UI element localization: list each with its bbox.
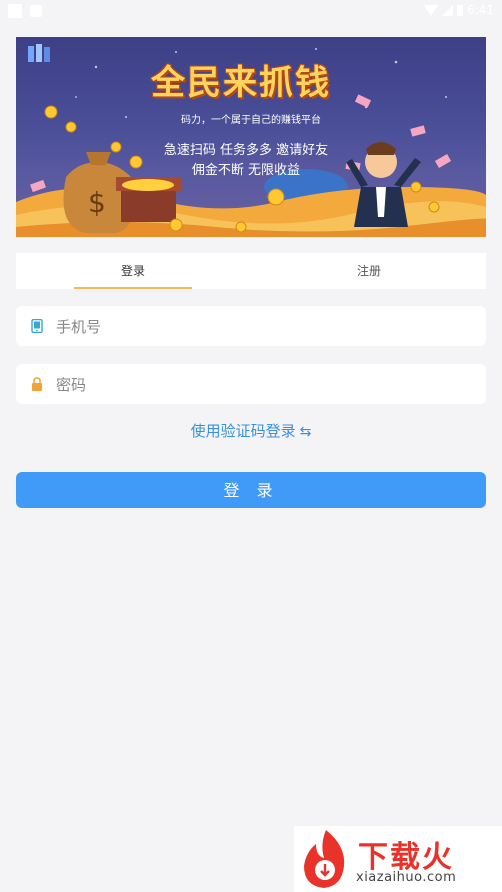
lock-icon — [32, 377, 42, 391]
tab-login[interactable]: 登录 — [74, 253, 192, 289]
flame-logo-icon — [304, 830, 345, 888]
wifi-icon — [424, 4, 439, 16]
password-input[interactable] — [54, 364, 478, 406]
app-logo-icon — [28, 44, 50, 62]
auth-tabs: 登录 注册 — [16, 253, 486, 289]
banner-subtitle: 码力，一个属于自己的赚钱平台 — [181, 115, 321, 126]
login-button[interactable]: 登 录 — [16, 472, 486, 508]
password-field — [16, 364, 486, 406]
status-right: 6:41 — [424, 3, 494, 17]
status-bar: 6:41 — [0, 0, 502, 22]
signal-icon — [442, 4, 454, 16]
promo-banner[interactable]: $ 全民来抓钱 码力，一个属于自己的赚钱平台 急速扫码 任务多多 邀请好友 佣金… — [16, 37, 486, 237]
treasure-chest-icon — [116, 177, 181, 222]
notification-icon — [8, 4, 22, 18]
svg-text:$: $ — [88, 186, 106, 219]
watermark-url: xiazaihuo.com — [356, 870, 457, 885]
phone-icon — [31, 319, 43, 333]
banner-tagline-2: 佣金不断 无限收益 — [191, 163, 301, 178]
battery-icon — [457, 4, 464, 16]
phone-field — [16, 306, 486, 348]
banner-tagline-1: 急速扫码 任务多多 邀请好友 — [163, 143, 329, 158]
banner-title: 全民来抓钱 — [151, 63, 331, 103]
phone-input[interactable] — [54, 306, 478, 348]
watermark: 下载火 xiazaihuo.com — [294, 826, 502, 892]
tab-register[interactable]: 注册 — [310, 253, 428, 289]
status-time: 6:41 — [467, 3, 494, 17]
active-tab-indicator — [74, 287, 192, 289]
sms-login-link[interactable]: 使用验证码登录 ⇆ — [0, 420, 502, 441]
swap-icon: ⇆ — [299, 424, 312, 440]
sync-icon — [30, 5, 42, 17]
sms-login-label: 使用验证码登录 — [190, 422, 296, 440]
